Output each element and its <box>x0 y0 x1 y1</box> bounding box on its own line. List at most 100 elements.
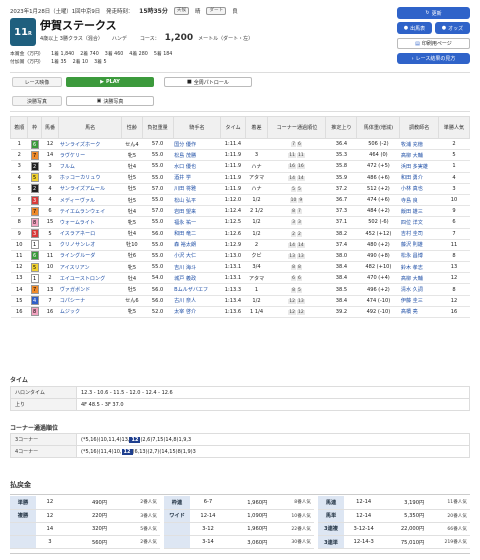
waku-badge: 5 <box>30 262 39 272</box>
print-page-button[interactable]: ▤ 印刷用ページ <box>397 38 470 49</box>
trainer-link[interactable]: 小林 真也 <box>401 186 423 192</box>
horse-link[interactable]: アイスリアン <box>60 265 90 271</box>
jockey-link[interactable]: 松山 弘平 <box>174 198 196 204</box>
trainer-link[interactable]: 高柳 大輔 <box>401 276 423 282</box>
cell-text: 7 <box>48 297 52 304</box>
trainer-link[interactable]: 高橋 亮 <box>401 309 418 315</box>
cell-text: 牡4 <box>127 163 137 170</box>
trainer-link[interactable]: 牧浦 充徳 <box>401 142 423 148</box>
jockey-link[interactable]: 松島 茂勝 <box>174 153 196 159</box>
trainer-link[interactable]: 松永 昌博 <box>401 253 423 259</box>
horse-link[interactable]: ヴァガボンド <box>60 287 91 293</box>
photo-button[interactable]: ▣ 決勝写真 <box>66 96 154 106</box>
payout-popularity: 11番人気 <box>427 496 470 510</box>
jockey-link[interactable]: 吉川 海斗 <box>174 265 196 271</box>
trainer-link[interactable]: 伊藤 圭三 <box>401 298 423 304</box>
horse-link[interactable]: ホッコーカリュウ <box>60 175 101 181</box>
payout-amount: 22,000円 <box>383 522 428 537</box>
horse-link[interactable]: ライングルーダ <box>60 253 96 259</box>
play-button[interactable]: ▶ PLAY <box>66 77 154 87</box>
odds-button[interactable]: ● オッズ <box>435 22 470 34</box>
horse-link[interactable]: ムジック <box>60 309 80 315</box>
cell-trainer: 牧浦 充徳 <box>399 138 439 151</box>
jockey-link[interactable]: 川田 将雅 <box>174 186 196 192</box>
cell-text: 10 <box>46 264 54 271</box>
horse-link[interactable]: エイユーストロング <box>60 276 106 282</box>
entries-button[interactable]: ● 出馬表 <box>397 22 432 34</box>
cell-text: 16 <box>450 308 458 315</box>
combination: 3 <box>36 535 64 550</box>
cell-text: 1:13.6 <box>224 308 242 315</box>
jockey-link[interactable]: Bムルザバエフ <box>174 287 208 293</box>
trainer-link[interactable]: 和田 勇介 <box>401 175 423 181</box>
cell-text: 11 <box>46 252 54 259</box>
cell-text: 38.4 <box>335 297 348 304</box>
jockey-link[interactable]: 小沢 大仁 <box>174 253 196 259</box>
horse-link[interactable]: ラヴケリー <box>60 153 85 159</box>
payout-popularity: 5番人気 <box>110 522 160 537</box>
corner3-part: (2,6)7,15(14,8)1,9,3 <box>140 436 192 443</box>
corner-table: 3コーナー (*5,16)(10,11,4)13, 12 (2,6)7,15(14,8… <box>10 433 470 458</box>
horse-link[interactable]: サンライズアムール <box>60 186 105 192</box>
jockey-link[interactable]: 太宰 啓介 <box>174 309 196 315</box>
corner-pos: 8 <box>291 287 296 293</box>
cell-last3f: 36.4 <box>325 138 357 151</box>
patrol-button[interactable]: ■ 全周パトロール <box>164 77 252 87</box>
cell-horse-name: サンライズホーク <box>58 138 122 151</box>
horse-link[interactable]: クリノサンレオ <box>60 242 96 248</box>
cell-jockey: 福永 祐一 <box>173 216 221 229</box>
trainer-link[interactable]: 飯田 雄三 <box>401 209 423 215</box>
combination: 12-14 <box>344 496 384 510</box>
cell-horse-name: テイエムランウェイ <box>58 205 122 218</box>
horse-link[interactable]: イスラアネーロ <box>60 231 96 237</box>
jockey-link[interactable]: 古川 奈人 <box>174 298 196 304</box>
trainer-link[interactable]: 藤沢 則雄 <box>401 242 423 248</box>
payout-amount: 3,060円 <box>225 535 271 550</box>
jockey-link[interactable]: 酒井 学 <box>174 175 191 181</box>
cell-text: 1/2 <box>252 297 261 304</box>
cell-weight: 52.0 <box>142 306 174 319</box>
cell-corner: 10 9 <box>267 194 326 207</box>
corner-pos: 5 <box>296 287 302 293</box>
race-meta: 2023年1月28日（土曜）1回中京9日 発走時刻： 15時35分 天候 晴 ダ… <box>10 6 380 15</box>
odds-icon: ● <box>441 25 447 31</box>
cell-text: 37.4 <box>335 241 348 248</box>
cell-text: 1:13.1 <box>224 275 242 282</box>
trainer-link[interactable]: 高柳 大輔 <box>401 153 423 159</box>
horse-link[interactable]: テイエムランウェイ <box>60 209 106 215</box>
horse-link[interactable]: メディーヴァル <box>60 198 95 204</box>
cell-text: 牝5 <box>127 219 137 226</box>
jockey-link[interactable]: 岩田 望来 <box>174 209 196 215</box>
cell-margin: ハナ <box>245 160 268 173</box>
result-guide-button[interactable]: › レース結果の見方 <box>397 53 470 64</box>
time-table: ハロンタイム 12.3 - 10.6 - 11.5 - 12.0 - 12.4 -… <box>10 386 470 411</box>
payout-amount: 5,350円 <box>383 509 428 523</box>
trainer-link[interactable]: 寺島 良 <box>401 198 418 204</box>
jockey-link[interactable]: 城戸 義政 <box>174 276 196 282</box>
jockey-link[interactable]: 水口 優也 <box>174 164 196 170</box>
payout-row: 3-14 3,060円 30番人気 <box>164 535 314 550</box>
agari-values: 4F 48.5 - 3F 37.0 <box>76 398 470 411</box>
cell-sex-age: 牡5 <box>121 194 143 207</box>
jockey-link[interactable]: 福永 祐一 <box>174 220 196 226</box>
table-row: 10 1 1 クリノサンレオ 牡10 55.0 森 裕太朗 1:12.9 2 14 14 37.4 48… <box>10 239 470 251</box>
cell-weight: 57.0 <box>142 205 174 218</box>
trainer-link[interactable]: 清水 久詞 <box>401 287 423 293</box>
trainer-link[interactable]: 浜田 多実雄 <box>401 164 428 170</box>
payout-amount: 220円 <box>63 509 111 523</box>
jockey-link[interactable]: 和田 竜二 <box>174 231 196 237</box>
jockey-link[interactable]: 国分 優作 <box>174 142 196 148</box>
cell-rank: 15 <box>10 295 28 307</box>
jockey-link[interactable]: 森 裕太朗 <box>174 242 196 248</box>
horse-link[interactable]: ウォームライト <box>60 220 95 226</box>
cell-weight: 55.0 <box>142 261 174 274</box>
horse-link[interactable]: コパシーナ <box>60 298 85 304</box>
horse-link[interactable]: フルム <box>60 164 75 170</box>
cell-text: 14 <box>16 286 23 293</box>
trainer-link[interactable]: 鈴木 孝志 <box>401 265 423 271</box>
update-button[interactable]: ↻ 更新 <box>397 7 470 19</box>
horse-link[interactable]: サンライズホーク <box>60 142 101 148</box>
cell-text: 52.0 <box>151 308 164 315</box>
trainer-link[interactable]: 吉村 圭司 <box>401 231 423 237</box>
trainer-link[interactable]: 四位 洋文 <box>401 220 423 226</box>
